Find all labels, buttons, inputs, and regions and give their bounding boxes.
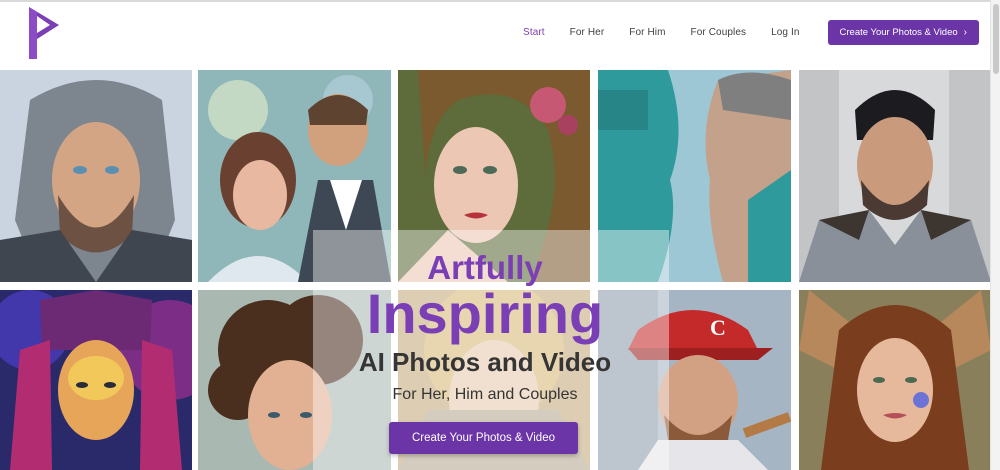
create-photos-header-button[interactable]: Create Your Photos & Video › — [827, 19, 979, 45]
create-photos-hero-button[interactable]: Create Your Photos & Video — [389, 422, 578, 454]
site-header: Start For Her For Him For Couples Log In… — [0, 2, 990, 70]
portrait-armored-hero — [799, 70, 991, 282]
nav-start[interactable]: Start — [523, 27, 545, 38]
portrait-neon-heroine — [0, 290, 192, 470]
nav-log-in[interactable]: Log In — [771, 27, 799, 38]
page: Start For Her For Him For Couples Log In… — [0, 0, 1000, 470]
portrait-silver-haired-warrior — [0, 70, 192, 282]
hero-line-ai-photos: AI Photos and Video — [358, 347, 612, 377]
portrait-elf-woman — [799, 290, 991, 470]
page-scrollbar[interactable] — [990, 0, 1000, 470]
hero-text: Artfully Inspiring AI Photos and Video F… — [300, 248, 670, 406]
chevron-right-icon: › — [963, 26, 967, 38]
nav-for-him[interactable]: For Him — [629, 27, 665, 38]
letter-p-logo-icon[interactable] — [26, 7, 62, 59]
hero-subtitle: For Her, Him and Couples — [392, 386, 578, 403]
scrollbar-thumb[interactable] — [993, 4, 999, 74]
hero-line-inspiring: Inspiring — [366, 282, 604, 345]
nav-for-couples[interactable]: For Couples — [691, 27, 747, 38]
main-nav: Start For Her For Him For Couples Log In… — [498, 2, 990, 62]
create-photos-header-label: Create Your Photos & Video — [839, 26, 958, 38]
nav-for-her[interactable]: For Her — [570, 27, 605, 38]
svg-text:C: C — [710, 315, 726, 340]
